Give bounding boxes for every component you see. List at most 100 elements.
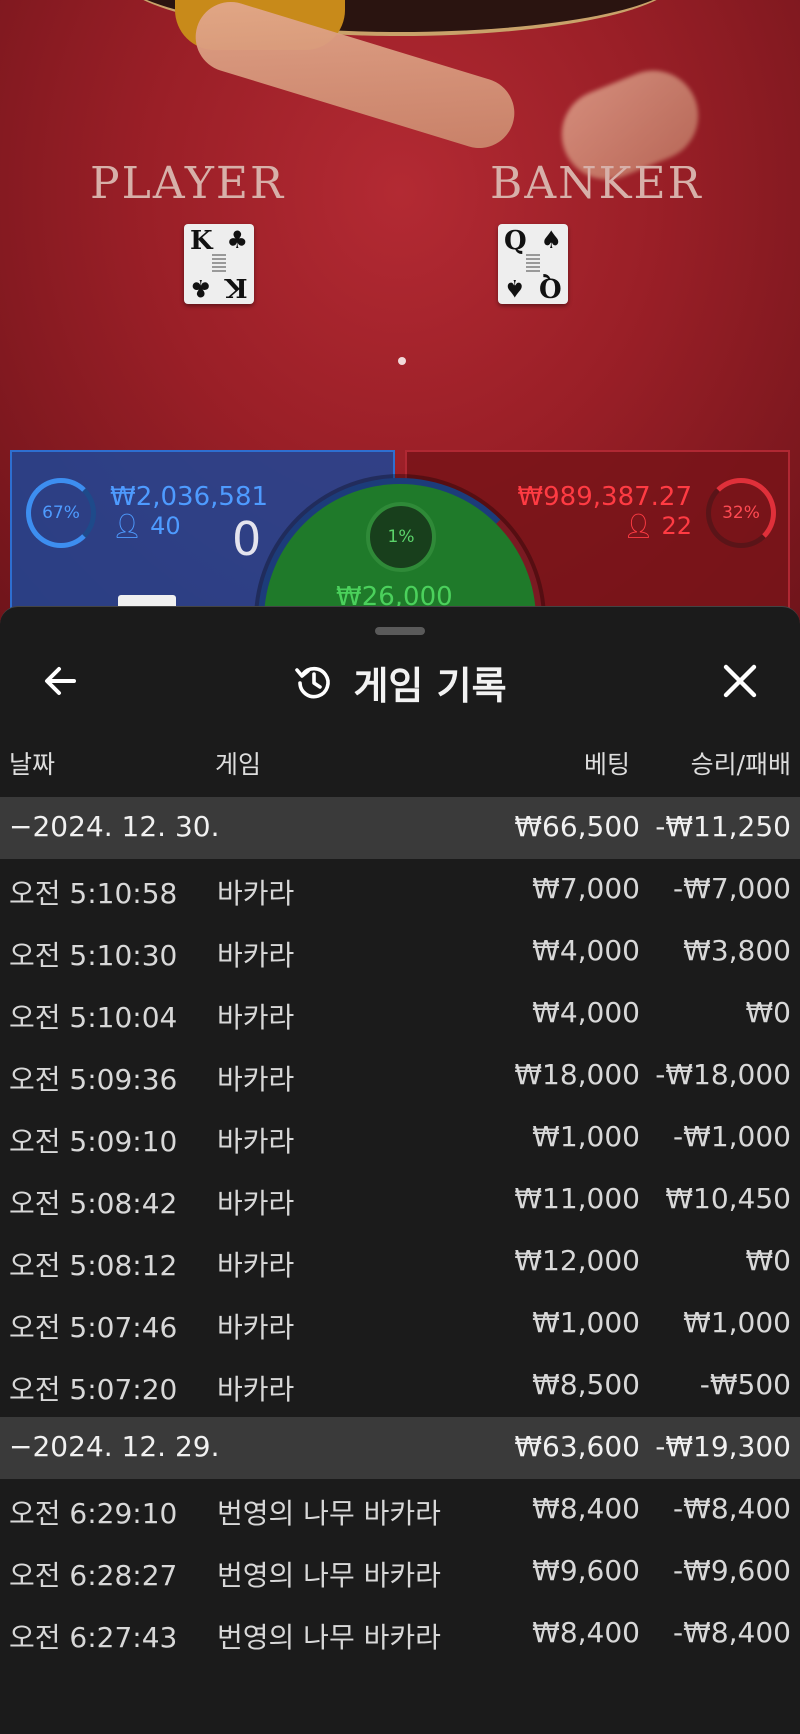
row-time: 오전 5:07:46 [9, 1311, 178, 1344]
banker-bettor-count: 👤︎ 22 [623, 512, 692, 540]
row-bet: ₩4,000 [532, 934, 640, 967]
group-date-toggle: −2024. 12. 29. [9, 1430, 220, 1463]
card-rank-inverted: K [225, 272, 248, 302]
banker-bettor-count-value: 22 [661, 512, 692, 540]
table-row[interactable]: 오전 5:10:58 바카라 ₩7,000 -₩7,000 [0, 859, 800, 921]
row-game: 바카라 [217, 1311, 295, 1344]
game-history-sheet: 게임 기록 날짜 게임 베팅 승리/패배 −2024. 12. 30. ₩66,5… [0, 606, 800, 1734]
row-bet: ₩7,000 [532, 872, 640, 905]
row-time: 오전 6:28:27 [9, 1559, 178, 1592]
row-result: ₩1,000 [683, 1306, 791, 1339]
row-game: 번영의 나무 바카라 [217, 1497, 441, 1530]
card-suit: ♣ [226, 226, 248, 254]
live-game-view: PLAYER BANKER K ♣ K ♣ Q ♠ Q ♠ 67% ₩2,036… [0, 0, 800, 640]
player-bettor-count: 👤︎ 40 [112, 512, 181, 540]
table-row[interactable]: 오전 6:28:27 번영의 나무 바카라 ₩9,600 -₩9,600 [0, 1541, 800, 1603]
row-bet: ₩8,500 [532, 1368, 640, 1401]
player-bet-total: ₩2,036,581 [110, 482, 269, 512]
column-header-game: 게임 [215, 750, 262, 779]
banker-percent-ring: 32% [706, 478, 776, 548]
row-bet: ₩1,000 [532, 1120, 640, 1153]
history-list: −2024. 12. 30. ₩66,500 -₩11,250 오전 5:10:58 바… [0, 797, 800, 1665]
card-suit-inverted: ♠ [504, 274, 526, 302]
player-card: K ♣ K ♣ [184, 224, 254, 304]
row-bet: ₩18,000 [514, 1058, 640, 1091]
table-row[interactable]: 오전 5:08:12 바카라 ₩12,000 ₩0 [0, 1231, 800, 1293]
row-time: 오전 6:29:10 [9, 1497, 178, 1530]
table-row[interactable]: 오전 5:07:46 바카라 ₩1,000 ₩1,000 [0, 1293, 800, 1355]
row-game: 바카라 [217, 1373, 295, 1406]
row-bet: ₩4,000 [532, 996, 640, 1029]
row-result: -₩9,600 [673, 1554, 791, 1587]
row-result: ₩3,800 [683, 934, 791, 967]
row-result: -₩500 [699, 1368, 791, 1401]
row-time: 오전 5:10:30 [9, 939, 178, 972]
table-row[interactable]: 오전 6:27:43 번영의 나무 바카라 ₩8,400 -₩8,400 [0, 1603, 800, 1665]
row-bet: ₩11,000 [514, 1182, 640, 1215]
table-label-banker: BANKER [490, 158, 703, 209]
row-result: -₩19,300 [655, 1430, 791, 1463]
close-icon [723, 664, 757, 698]
row-result: ₩0 [745, 996, 792, 1029]
tie-percent-ring: 1% [366, 502, 436, 572]
row-bet: ₩63,600 [514, 1430, 640, 1463]
row-game: 바카라 [217, 939, 295, 972]
date-group-row[interactable]: −2024. 12. 29. ₩63,600 -₩19,300 [0, 1417, 800, 1479]
table-row[interactable]: 오전 5:09:36 바카라 ₩18,000 -₩18,000 [0, 1045, 800, 1107]
group-date-toggle: −2024. 12. 30. [9, 810, 220, 843]
table-row[interactable]: 오전 5:08:42 바카라 ₩11,000 ₩10,450 [0, 1169, 800, 1231]
close-button[interactable] [710, 651, 770, 711]
banker-card: Q ♠ Q ♠ [498, 224, 568, 304]
sheet-header: 게임 기록 [0, 657, 800, 708]
row-bet: ₩1,000 [532, 1306, 640, 1339]
row-result: -₩1,000 [673, 1120, 791, 1153]
history-icon [295, 666, 331, 699]
row-time: 오전 5:08:12 [9, 1249, 178, 1282]
column-header-date: 날짜 [9, 750, 56, 779]
date-group-row[interactable]: −2024. 12. 30. ₩66,500 -₩11,250 [0, 797, 800, 859]
row-time: 오전 6:27:43 [9, 1621, 178, 1654]
player-bettor-count-value: 40 [150, 512, 181, 540]
table-row[interactable]: 오전 5:10:04 바카라 ₩4,000 ₩0 [0, 983, 800, 1045]
row-game: 바카라 [217, 877, 295, 910]
row-result: -₩7,000 [673, 872, 791, 905]
row-bet: ₩66,500 [514, 810, 640, 843]
row-bet: ₩9,600 [532, 1554, 640, 1587]
table-row[interactable]: 오전 6:29:10 번영의 나무 바카라 ₩8,400 -₩8,400 [0, 1479, 800, 1541]
row-time: 오전 5:07:20 [9, 1373, 178, 1406]
table-row[interactable]: 오전 5:10:30 바카라 ₩4,000 ₩3,800 [0, 921, 800, 983]
row-result: -₩8,400 [673, 1616, 791, 1649]
user-icon: 👤︎ [112, 512, 143, 540]
row-game: 바카라 [217, 1249, 295, 1282]
row-result: -₩18,000 [655, 1058, 791, 1091]
column-header-result: 승리/패배 [690, 750, 791, 779]
row-game: 번영의 나무 바카라 [217, 1559, 441, 1592]
row-game: 바카라 [217, 1063, 295, 1096]
row-result: -₩11,250 [655, 810, 791, 843]
card-suit: ♠ [540, 226, 562, 254]
row-game: 바카라 [217, 1001, 295, 1034]
row-time: 오전 5:09:36 [9, 1063, 178, 1096]
row-bet: ₩8,400 [532, 1492, 640, 1525]
row-result: ₩10,450 [665, 1182, 791, 1215]
player-percent-ring: 67% [26, 478, 96, 548]
table-row[interactable]: 오전 5:07:20 바카라 ₩8,500 -₩500 [0, 1355, 800, 1417]
sheet-drag-handle[interactable] [375, 627, 425, 635]
row-time: 오전 5:10:58 [9, 877, 178, 910]
page-title: 게임 기록 [353, 663, 507, 708]
card-rank: K [190, 226, 213, 256]
card-face-graphic [212, 254, 226, 274]
row-result: ₩0 [745, 1244, 792, 1277]
row-game: 바카라 [217, 1187, 295, 1220]
column-header-bet: 베팅 [583, 750, 630, 779]
user-icon: 👤︎ [623, 512, 654, 540]
row-time: 오전 5:08:42 [9, 1187, 178, 1220]
row-result: -₩8,400 [673, 1492, 791, 1525]
row-bet: ₩8,400 [532, 1616, 640, 1649]
banker-bet-total: ₩989,387.27 [517, 482, 692, 512]
row-game: 바카라 [217, 1125, 295, 1158]
card-suit-inverted: ♣ [190, 274, 212, 302]
card-face-graphic [526, 254, 540, 274]
card-rank-inverted: Q [539, 272, 562, 302]
table-row[interactable]: 오전 5:09:10 바카라 ₩1,000 -₩1,000 [0, 1107, 800, 1169]
